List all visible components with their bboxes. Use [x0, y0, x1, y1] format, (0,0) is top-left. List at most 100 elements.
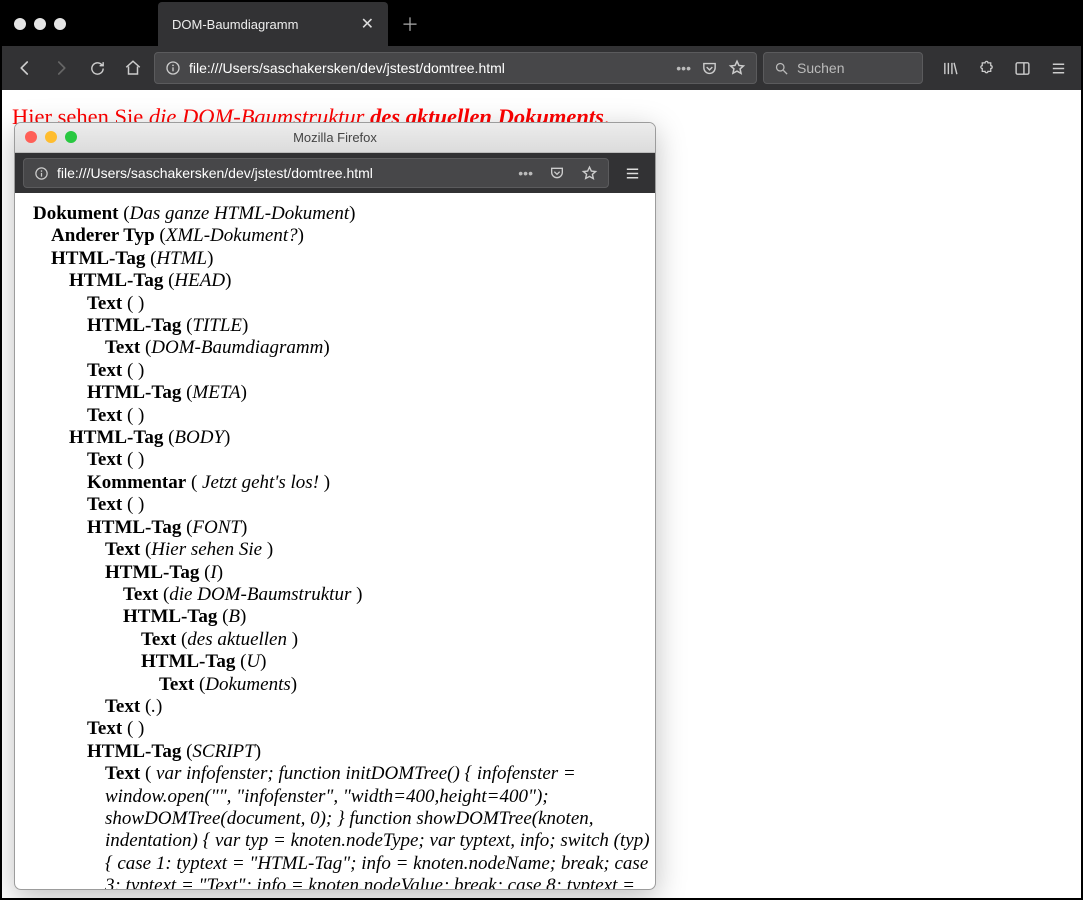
menu-button[interactable] [1043, 53, 1073, 83]
node-info: BODY [174, 427, 224, 448]
tree-node: Text (die DOM-Baumstruktur ) [17, 584, 655, 606]
node-label: Anderer Typ [51, 225, 155, 246]
node-info: die DOM-Baumstruktur [169, 584, 356, 605]
tree-node: Text ( ) [17, 360, 655, 382]
node-label: HTML-Tag [69, 270, 163, 291]
node-label: Text [141, 629, 176, 650]
home-icon [124, 59, 142, 77]
node-info: U [246, 651, 260, 672]
tree-node: Text (.) [17, 696, 655, 718]
traffic-min-icon[interactable] [45, 131, 57, 143]
traffic-lights [14, 18, 66, 30]
forward-button[interactable] [46, 53, 76, 83]
node-info: B [228, 606, 240, 627]
tree-node: Text ( ) [17, 718, 655, 740]
library-button[interactable] [935, 53, 965, 83]
tree-node: Text ( var infofenster; function initDOM… [17, 763, 655, 889]
search-box[interactable]: Suchen [763, 52, 923, 84]
node-label: HTML-Tag [87, 315, 181, 336]
tree-node: HTML-Tag (B) [17, 606, 655, 628]
arrow-left-icon [16, 59, 34, 77]
tree-node: Text ( ) [17, 494, 655, 516]
node-info: var infofenster; function initDOMTree() … [105, 763, 650, 889]
url-text: file:///Users/saschakersken/dev/jstest/d… [189, 60, 668, 76]
popup-title: Mozilla Firefox [293, 130, 377, 145]
traffic-max-icon[interactable] [65, 131, 77, 143]
url-bar[interactable]: file:///Users/saschakersken/dev/jstest/d… [154, 52, 757, 84]
tree-node: Text ( ) [17, 293, 655, 315]
tree-node: Text ( ) [17, 449, 655, 471]
node-label: Text [87, 494, 122, 515]
node-info: Hier sehen Sie [151, 539, 267, 560]
tree-node: HTML-Tag (BODY) [17, 427, 655, 449]
star-icon[interactable] [581, 165, 598, 182]
popup-titlebar[interactable]: Mozilla Firefox [15, 123, 655, 153]
star-icon[interactable] [728, 59, 746, 77]
hamburger-icon [624, 165, 641, 182]
tab-title: DOM-Baumdiagramm [172, 17, 298, 32]
popup-content: Dokument (Das ganze HTML-Dokument)Andere… [15, 193, 655, 889]
arrow-right-icon [52, 59, 70, 77]
tree-node: Text ( ) [17, 405, 655, 427]
more-icon[interactable]: ••• [676, 60, 691, 76]
search-icon [774, 61, 789, 76]
tree-node: HTML-Tag (I) [17, 562, 655, 584]
tree-node: HTML-Tag (SCRIPT) [17, 741, 655, 763]
traffic-max-icon[interactable] [54, 18, 66, 30]
node-info: HEAD [174, 270, 225, 291]
reload-button[interactable] [82, 53, 112, 83]
tree-node: HTML-Tag (HTML) [17, 248, 655, 270]
tree-node: Text (Dokuments) [17, 674, 655, 696]
traffic-min-icon[interactable] [34, 18, 46, 30]
node-label: Text [87, 449, 122, 470]
tab-active[interactable]: DOM-Baumdiagramm ✕ [158, 2, 388, 46]
more-icon[interactable]: ••• [518, 165, 533, 181]
node-info [133, 718, 138, 739]
popup-urlbar[interactable]: file:///Users/saschakersken/dev/jstest/d… [23, 158, 609, 188]
node-info [133, 360, 138, 381]
tree-node: HTML-Tag (FONT) [17, 517, 655, 539]
info-icon [165, 60, 181, 76]
reload-icon [89, 60, 106, 77]
node-label: Dokument [33, 203, 119, 224]
tree-node: Text (DOM-Baumdiagramm) [17, 337, 655, 359]
traffic-close-icon[interactable] [25, 131, 37, 143]
new-tab-button[interactable]: ＋ [388, 2, 432, 46]
hamburger-icon [1050, 60, 1067, 77]
node-label: HTML-Tag [87, 517, 181, 538]
node-info: des aktuellen [187, 629, 291, 650]
puzzle-icon [978, 60, 995, 77]
node-info: Jetzt geht's los! [197, 472, 324, 493]
nav-toolbar: file:///Users/saschakersken/dev/jstest/d… [2, 46, 1081, 90]
node-label: Text [87, 293, 122, 314]
traffic-close-icon[interactable] [14, 18, 26, 30]
tree-node: Text (Hier sehen Sie ) [17, 539, 655, 561]
node-label: HTML-Tag [105, 562, 199, 583]
pocket-icon[interactable] [549, 165, 565, 181]
node-label: HTML-Tag [141, 651, 235, 672]
node-info: . [151, 696, 156, 717]
node-label: Text [87, 405, 122, 426]
node-label: Text [105, 539, 140, 560]
popup-menu-button[interactable] [617, 158, 647, 188]
close-icon[interactable]: ✕ [361, 14, 374, 34]
tree-node: Dokument (Das ganze HTML-Dokument) [17, 203, 655, 225]
sidebar-button[interactable] [1007, 53, 1037, 83]
node-info: XML-Dokument? [166, 225, 298, 246]
node-info: HTML [156, 248, 207, 269]
popup-traffic-lights [25, 131, 77, 143]
pocket-icon[interactable] [701, 60, 718, 77]
extension-button[interactable] [971, 53, 1001, 83]
node-info [133, 494, 138, 515]
node-label: HTML-Tag [87, 741, 181, 762]
popup-window: Mozilla Firefox file:///Users/saschakers… [14, 122, 656, 890]
back-button[interactable] [10, 53, 40, 83]
node-label: Text [123, 584, 158, 605]
library-icon [942, 60, 959, 77]
home-button[interactable] [118, 53, 148, 83]
tree-node: Text (des aktuellen ) [17, 629, 655, 651]
node-label: HTML-Tag [51, 248, 145, 269]
node-info: SCRIPT [192, 741, 254, 762]
popup-url-text: file:///Users/saschakersken/dev/jstest/d… [57, 165, 510, 181]
popup-navbar: file:///Users/saschakersken/dev/jstest/d… [15, 153, 655, 193]
